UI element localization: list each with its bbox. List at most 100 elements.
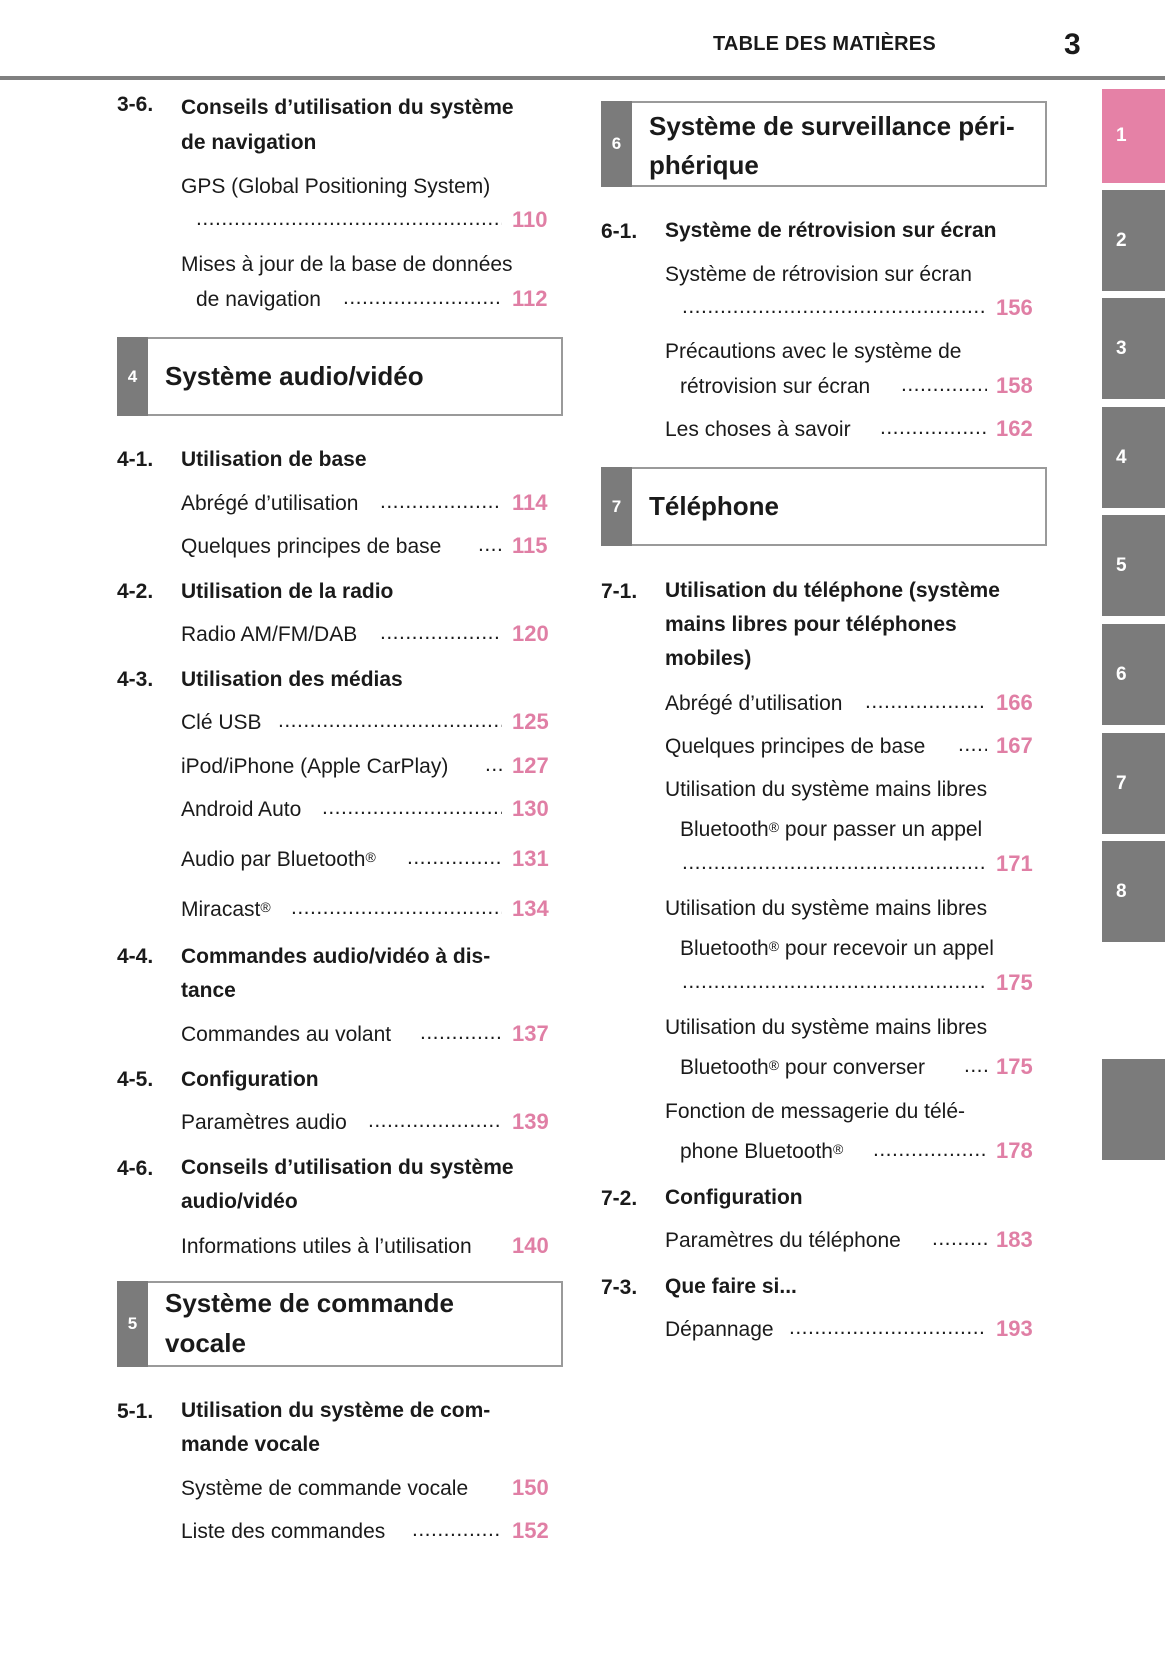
toc-entry-label[interactable]: Abrégé d’utilisation: [181, 487, 358, 521]
leader-dots: ........................................…: [278, 709, 502, 732]
section-title: Configuration: [665, 1186, 803, 1209]
section-title: Utilisation du téléphone (système: [665, 579, 1000, 602]
thumb-tab-4[interactable]: 4: [1102, 407, 1165, 508]
header-divider: [0, 76, 1165, 80]
toc-entry-label[interactable]: Bluetooth® pour passer un appel: [680, 813, 982, 847]
chapter-header-6[interactable]: 6 Système de surveillance péri- phérique: [601, 101, 1047, 187]
toc-entry-label[interactable]: GPS (Global Positioning System): [181, 170, 490, 204]
toc-entry-label[interactable]: Radio AM/FM/DAB: [181, 618, 357, 652]
leader-dots: ........................................…: [291, 896, 502, 919]
thumb-tab-1[interactable]: 1: [1102, 89, 1165, 183]
leader-dots: ..........................: [901, 373, 987, 396]
toc-entry-label[interactable]: phone Bluetooth®: [680, 1135, 843, 1169]
toc-entry-label[interactable]: Paramètres du téléphone: [665, 1224, 901, 1258]
leader-dots: ........................................…: [343, 286, 502, 309]
toc-entry-page[interactable]: 162: [996, 416, 1033, 442]
toc-entry-page[interactable]: 110: [512, 207, 548, 233]
section-number: 4-3.: [117, 668, 154, 691]
chapter-number-badge: 7: [601, 467, 632, 546]
thumb-tab-3[interactable]: 3: [1102, 298, 1165, 399]
toc-entry-label[interactable]: Audio par Bluetooth®: [181, 843, 376, 877]
section-title-cont: mains libres pour téléphones: [665, 613, 957, 636]
toc-entry-label[interactable]: iPod/iPhone (Apple CarPlay): [181, 750, 448, 784]
toc-entry-label[interactable]: Android Auto: [181, 793, 301, 827]
toc-entry-page[interactable]: 134: [512, 896, 549, 922]
section-title: Utilisation des médias: [181, 668, 403, 691]
toc-entry-label[interactable]: Fonction de messagerie du télé-: [665, 1095, 965, 1129]
thumb-tab-6[interactable]: 6: [1102, 624, 1165, 725]
toc-entry-page[interactable]: 152: [512, 1518, 549, 1544]
toc-entry-label[interactable]: Informations utiles à l’utilisation: [181, 1230, 472, 1264]
leader-dots: ........................................…: [322, 796, 502, 819]
toc-entry-label[interactable]: Dépannage: [665, 1313, 774, 1347]
section-number: 4-1.: [117, 448, 154, 471]
chapter-header-5[interactable]: 5 Système de commande vocale: [117, 1281, 563, 1367]
section-number: 5-1.: [117, 1400, 154, 1423]
toc-entry-label[interactable]: Miracast®: [181, 893, 271, 927]
leader-dots: ..........................: [412, 1518, 502, 1541]
toc-entry-label[interactable]: de navigation: [196, 283, 321, 317]
leader-dots: ........................................…: [380, 490, 502, 513]
leader-dots: ..............................: [407, 846, 502, 869]
toc-entry-page[interactable]: 175: [996, 1054, 1033, 1080]
toc-entry-page[interactable]: 137: [512, 1021, 549, 1047]
toc-entry-page[interactable]: 150: [512, 1475, 549, 1501]
thumb-tab-5[interactable]: 5: [1102, 515, 1165, 616]
chapter-header-4[interactable]: 4 Système audio/vidéo: [117, 337, 563, 416]
toc-entry-label[interactable]: Quelques principes de base: [665, 730, 925, 764]
chapter-number-badge: 5: [117, 1281, 148, 1367]
toc-entry-label[interactable]: Liste des commandes: [181, 1515, 385, 1549]
toc-entry-page[interactable]: 131: [512, 846, 549, 872]
toc-entry-page[interactable]: 175: [996, 970, 1033, 996]
thumb-tab-8[interactable]: 8: [1102, 841, 1165, 942]
entry-text: Bluetooth: [680, 1056, 769, 1079]
toc-entry-page[interactable]: 171: [996, 851, 1033, 877]
toc-entry-label[interactable]: Système de commande vocale: [181, 1472, 468, 1506]
leader-dots: ........................................…: [682, 970, 987, 993]
toc-entry-label[interactable]: rétrovision sur écran: [680, 370, 870, 404]
toc-entry-label[interactable]: Quelques principes de base: [181, 530, 441, 564]
thumb-tab-2[interactable]: 2: [1102, 190, 1165, 291]
toc-entry-page[interactable]: 167: [996, 733, 1033, 759]
toc-entry-label[interactable]: Utilisation du système mains libres: [665, 773, 987, 807]
toc-entry-label[interactable]: Paramètres audio: [181, 1106, 347, 1140]
toc-entry-page[interactable]: 140: [512, 1233, 549, 1259]
toc-entry-page[interactable]: 114: [512, 490, 548, 516]
toc-entry-label[interactable]: Utilisation du système mains libres: [665, 892, 987, 926]
toc-entry-label[interactable]: Commandes au volant: [181, 1018, 391, 1052]
toc-entry-page[interactable]: 193: [996, 1316, 1033, 1342]
toc-entry-page[interactable]: 115: [512, 533, 548, 559]
toc-entry-label[interactable]: Mises à jour de la base de données: [181, 248, 513, 282]
thumb-tab-7[interactable]: 7: [1102, 733, 1165, 834]
toc-entry-label[interactable]: Bluetooth® pour converser: [680, 1051, 925, 1085]
thumb-tab-index[interactable]: [1102, 1059, 1165, 1160]
registered-mark: ®: [365, 849, 376, 865]
chapter-number-badge: 4: [117, 337, 148, 416]
chapter-header-7[interactable]: 7 Téléphone: [601, 467, 1047, 546]
toc-entry-label[interactable]: Bluetooth® pour recevoir un appel: [680, 932, 994, 966]
entry-text: Miracast: [181, 898, 261, 921]
section-title: Système de rétrovision sur écran: [665, 219, 997, 242]
leader-dots: ..................................: [880, 416, 987, 439]
toc-entry-label[interactable]: Abrégé d’utilisation: [665, 687, 842, 721]
toc-entry-page[interactable]: 158: [996, 373, 1033, 399]
chapter-title: Système de surveillance péri-: [649, 111, 1015, 141]
toc-entry-label[interactable]: Précautions avec le système de: [665, 335, 961, 369]
toc-entry-page[interactable]: 156: [996, 295, 1033, 321]
toc-entry-page[interactable]: 112: [512, 286, 548, 312]
toc-entry-page[interactable]: 120: [512, 621, 549, 647]
toc-entry-page[interactable]: 183: [996, 1227, 1033, 1253]
toc-entry-label[interactable]: Système de rétrovision sur écran: [665, 258, 972, 292]
section-title: Utilisation de base: [181, 448, 367, 471]
section-number: 7-2.: [601, 1187, 638, 1210]
toc-entry-page[interactable]: 178: [996, 1138, 1033, 1164]
toc-entry-page[interactable]: 166: [996, 690, 1033, 716]
toc-entry-page[interactable]: 130: [512, 796, 549, 822]
toc-entry-page[interactable]: 127: [512, 753, 549, 779]
toc-entry-page[interactable]: 125: [512, 709, 549, 735]
toc-entry-label[interactable]: Clé USB: [181, 706, 262, 740]
entry-text: phone Bluetooth: [680, 1140, 833, 1163]
toc-entry-label[interactable]: Utilisation du système mains libres: [665, 1011, 987, 1045]
toc-entry-page[interactable]: 139: [512, 1109, 549, 1135]
toc-entry-label[interactable]: Les choses à savoir: [665, 413, 851, 447]
